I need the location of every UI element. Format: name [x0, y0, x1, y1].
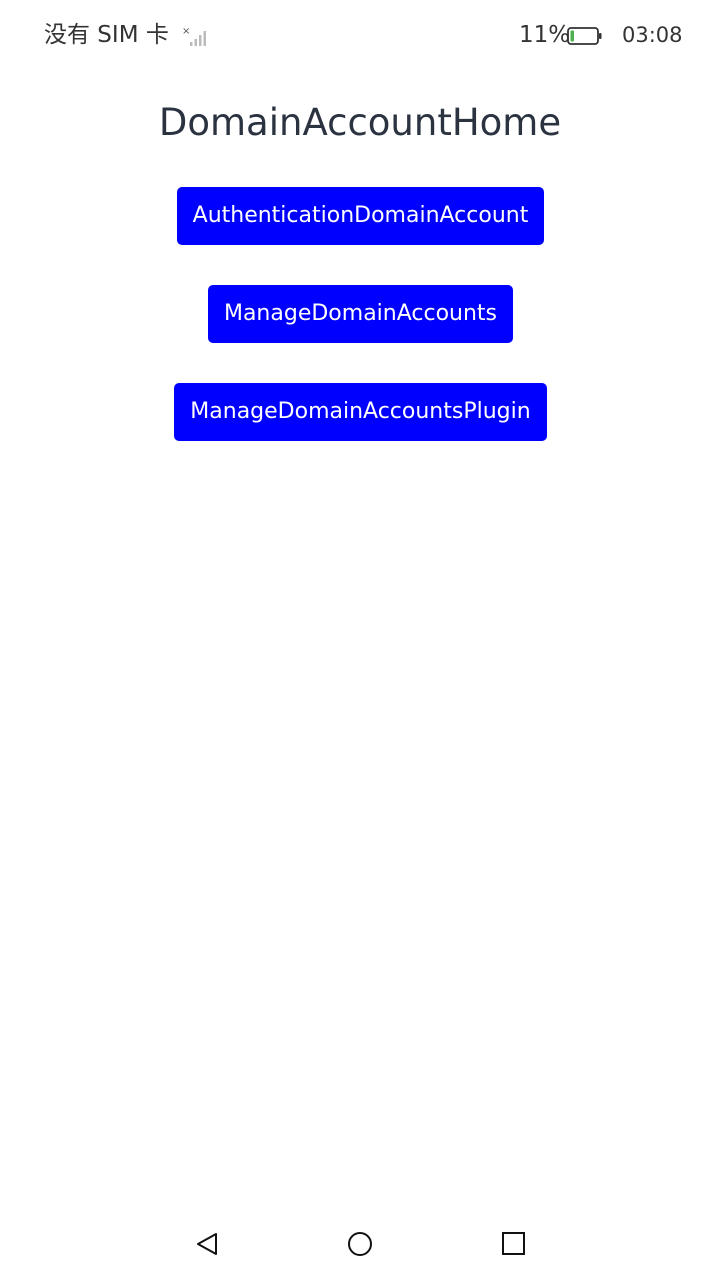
home-button[interactable]: [340, 1222, 380, 1266]
carrier-label: 没有 SIM 卡: [44, 22, 169, 48]
page-title: DomainAccountHome: [158, 101, 562, 144]
battery-icon: [567, 27, 602, 45]
authentication-domain-account-button[interactable]: AuthenticationDomainAccount: [177, 187, 544, 245]
back-button[interactable]: [188, 1222, 228, 1266]
svg-text:×: ×: [182, 26, 190, 37]
home-icon: [348, 1232, 372, 1256]
back-icon: [197, 1233, 217, 1255]
clock: 03:08: [622, 23, 683, 47]
recent-apps-icon: [502, 1232, 525, 1255]
navigation-bar: [0, 1208, 720, 1280]
recent-apps-button[interactable]: [494, 1222, 534, 1266]
manage-domain-accounts-plugin-button[interactable]: ManageDomainAccountsPlugin: [174, 383, 547, 441]
signal-icon: ×: [182, 26, 206, 46]
status-bar: 没有 SIM 卡 × 11% 03:08: [0, 0, 720, 72]
battery-percent: 11%: [519, 22, 571, 48]
manage-domain-accounts-button[interactable]: ManageDomainAccounts: [208, 285, 513, 343]
